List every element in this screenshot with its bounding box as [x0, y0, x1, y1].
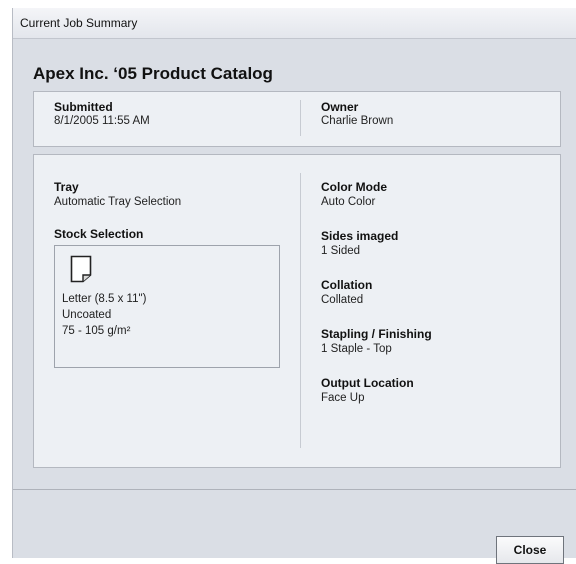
tray-label: Tray	[54, 180, 79, 194]
output-location-label: Output Location	[321, 376, 414, 390]
collation-value: Collated	[321, 294, 364, 306]
stock-selection-box: Letter (8.5 x 11") Uncoated 75 - 105 g/m…	[54, 245, 280, 368]
paper-sheet-icon	[70, 255, 92, 288]
job-name: Apex Inc. ‘05 Product Catalog	[33, 64, 273, 83]
submission-panel: Submitted 8/1/2005 11:55 AM Owner Charli…	[33, 91, 561, 147]
collation-label: Collation	[321, 278, 373, 292]
owner-value: Charlie Brown	[321, 115, 394, 127]
tray-value: Automatic Tray Selection	[54, 196, 182, 208]
stock-coating: Uncoated	[62, 309, 112, 321]
stock-size: Letter (8.5 x 11")	[62, 293, 147, 305]
details-divider	[300, 173, 301, 448]
stock-weight: 75 - 105 g/m²	[62, 325, 131, 337]
sides-imaged-value: 1 Sided	[321, 245, 361, 257]
submitted-value: 8/1/2005 11:55 AM	[54, 115, 150, 127]
stapling-value: 1 Staple - Top	[321, 343, 392, 355]
window-title: Current Job Summary	[20, 16, 138, 30]
sides-imaged-label: Sides imaged	[321, 229, 399, 243]
close-button[interactable]: Close	[496, 536, 564, 564]
stapling-label: Stapling / Finishing	[321, 327, 432, 341]
window-titlebar: Current Job Summary	[13, 8, 576, 39]
panel-divider	[300, 100, 301, 136]
job-summary-window: Current Job Summary Apex Inc. ‘05 Produc…	[12, 8, 576, 564]
stock-selection-label: Stock Selection	[54, 227, 144, 241]
window-footer: Close	[13, 490, 576, 564]
color-mode-label: Color Mode	[321, 180, 387, 194]
submitted-label: Submitted	[54, 100, 113, 114]
output-location-value: Face Up	[321, 392, 365, 404]
color-mode-value: Auto Color	[321, 196, 376, 208]
job-summary-content: Apex Inc. ‘05 Product Catalog Submitted …	[13, 39, 576, 490]
job-details-panel: Tray Automatic Tray Selection Stock Sele…	[33, 154, 561, 468]
owner-label: Owner	[321, 100, 359, 114]
